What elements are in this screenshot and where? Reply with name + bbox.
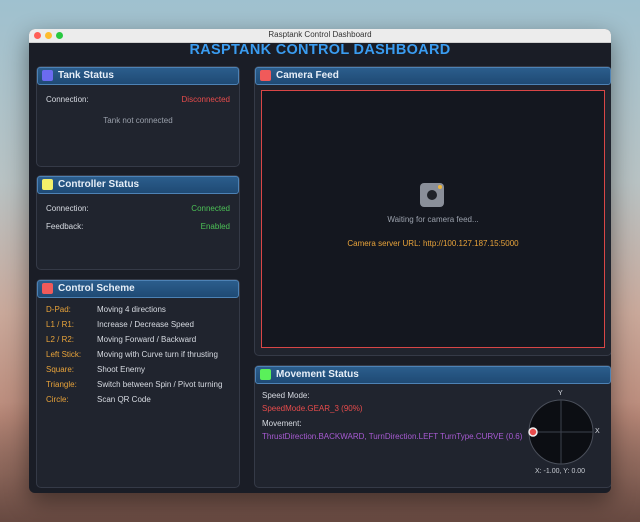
scheme-desc-l1r1: Increase / Decrease Speed <box>97 320 194 329</box>
joystick-indicator: Y X X: -1.00, Y: 0.00 <box>525 388 605 478</box>
tank-status-icon <box>42 70 53 81</box>
window-title: Rasptank Control Dashboard <box>268 30 372 39</box>
joystick-readout: X: -1.00, Y: 0.00 <box>535 468 586 475</box>
speed-mode-label: Speed Mode: <box>262 391 310 400</box>
camera-waiting-text: Waiting for camera feed... <box>387 215 479 224</box>
movement-status-icon <box>260 369 271 380</box>
controller-connection-label: Connection: <box>46 204 89 213</box>
tank-status-message: Tank not connected <box>103 116 173 125</box>
dashboard-title: RASPTANK CONTROL DASHBOARD <box>189 42 451 58</box>
scheme-desc-triangle: Switch between Spin / Pivot turning <box>97 380 223 389</box>
scheme-key-square: Square: <box>46 365 75 374</box>
scheme-desc-l2r2: Moving Forward / Backward <box>97 335 197 344</box>
tank-status-header: Tank Status <box>37 67 239 85</box>
scheme-desc-dpad: Moving 4 directions <box>97 305 166 314</box>
scheme-key-triangle: Triangle: <box>46 380 77 389</box>
tank-connection-label: Connection: <box>46 95 89 104</box>
tank-connection-value: Disconnected <box>181 95 230 104</box>
movement-value: ThrustDirection.BACKWARD, TurnDirection.… <box>262 432 523 441</box>
speed-mode-value: SpeedMode.GEAR_3 (90%) <box>262 404 363 413</box>
title-bar: Rasptank Control Dashboard <box>29 29 611 43</box>
scheme-key-left-stick: Left Stick: <box>46 350 82 359</box>
controller-feedback-label: Feedback: <box>46 222 84 231</box>
scheme-desc-square: Shoot Enemy <box>97 365 146 374</box>
joystick-circle <box>528 399 594 465</box>
joystick-position-dot <box>528 427 538 437</box>
controller-connection-value: Connected <box>191 204 230 213</box>
app-window: Rasptank Control Dashboard RASPTANK CONT… <box>29 29 611 493</box>
movement-status-panel: Movement Status Speed Mode: SpeedMode.GE… <box>254 365 611 488</box>
movement-status-title: Movement Status <box>276 369 359 380</box>
controller-status-panel: Controller Status Connection: Connected … <box>36 175 240 270</box>
scheme-desc-left-stick: Moving with Curve turn if thrusting <box>97 350 218 359</box>
control-scheme-icon <box>42 283 53 294</box>
control-scheme-header: Control Scheme <box>37 280 239 298</box>
tank-status-title: Tank Status <box>58 70 114 81</box>
controller-status-icon <box>42 179 53 190</box>
controller-feedback-value: Enabled <box>200 222 230 231</box>
controller-status-header: Controller Status <box>37 176 239 194</box>
scheme-key-l1r1: L1 / R1: <box>46 320 75 329</box>
camera-icon <box>420 183 444 207</box>
movement-status-header: Movement Status <box>255 366 611 384</box>
movement-label: Movement: <box>262 419 302 428</box>
scheme-key-circle: Circle: <box>46 395 69 404</box>
scheme-desc-circle: Scan QR Code <box>97 395 151 404</box>
camera-feed-view: Waiting for camera feed... Camera server… <box>261 90 605 348</box>
scheme-key-l2r2: L2 / R2: <box>46 335 75 344</box>
controller-status-title: Controller Status <box>58 179 140 190</box>
camera-feed-title: Camera Feed <box>276 70 339 81</box>
control-scheme-title: Control Scheme <box>58 283 135 294</box>
tank-status-panel: Tank Status Connection: Disconnected Tan… <box>36 66 240 167</box>
scheme-key-dpad: D-Pad: <box>46 305 71 314</box>
camera-server-url: Camera server URL: http://100.127.187.15… <box>347 239 519 248</box>
camera-feed-icon <box>260 70 271 81</box>
joystick-x-label: X <box>595 428 600 435</box>
camera-feed-header: Camera Feed <box>255 67 611 85</box>
control-scheme-panel: Control Scheme D-Pad: Moving 4 direction… <box>36 279 240 488</box>
